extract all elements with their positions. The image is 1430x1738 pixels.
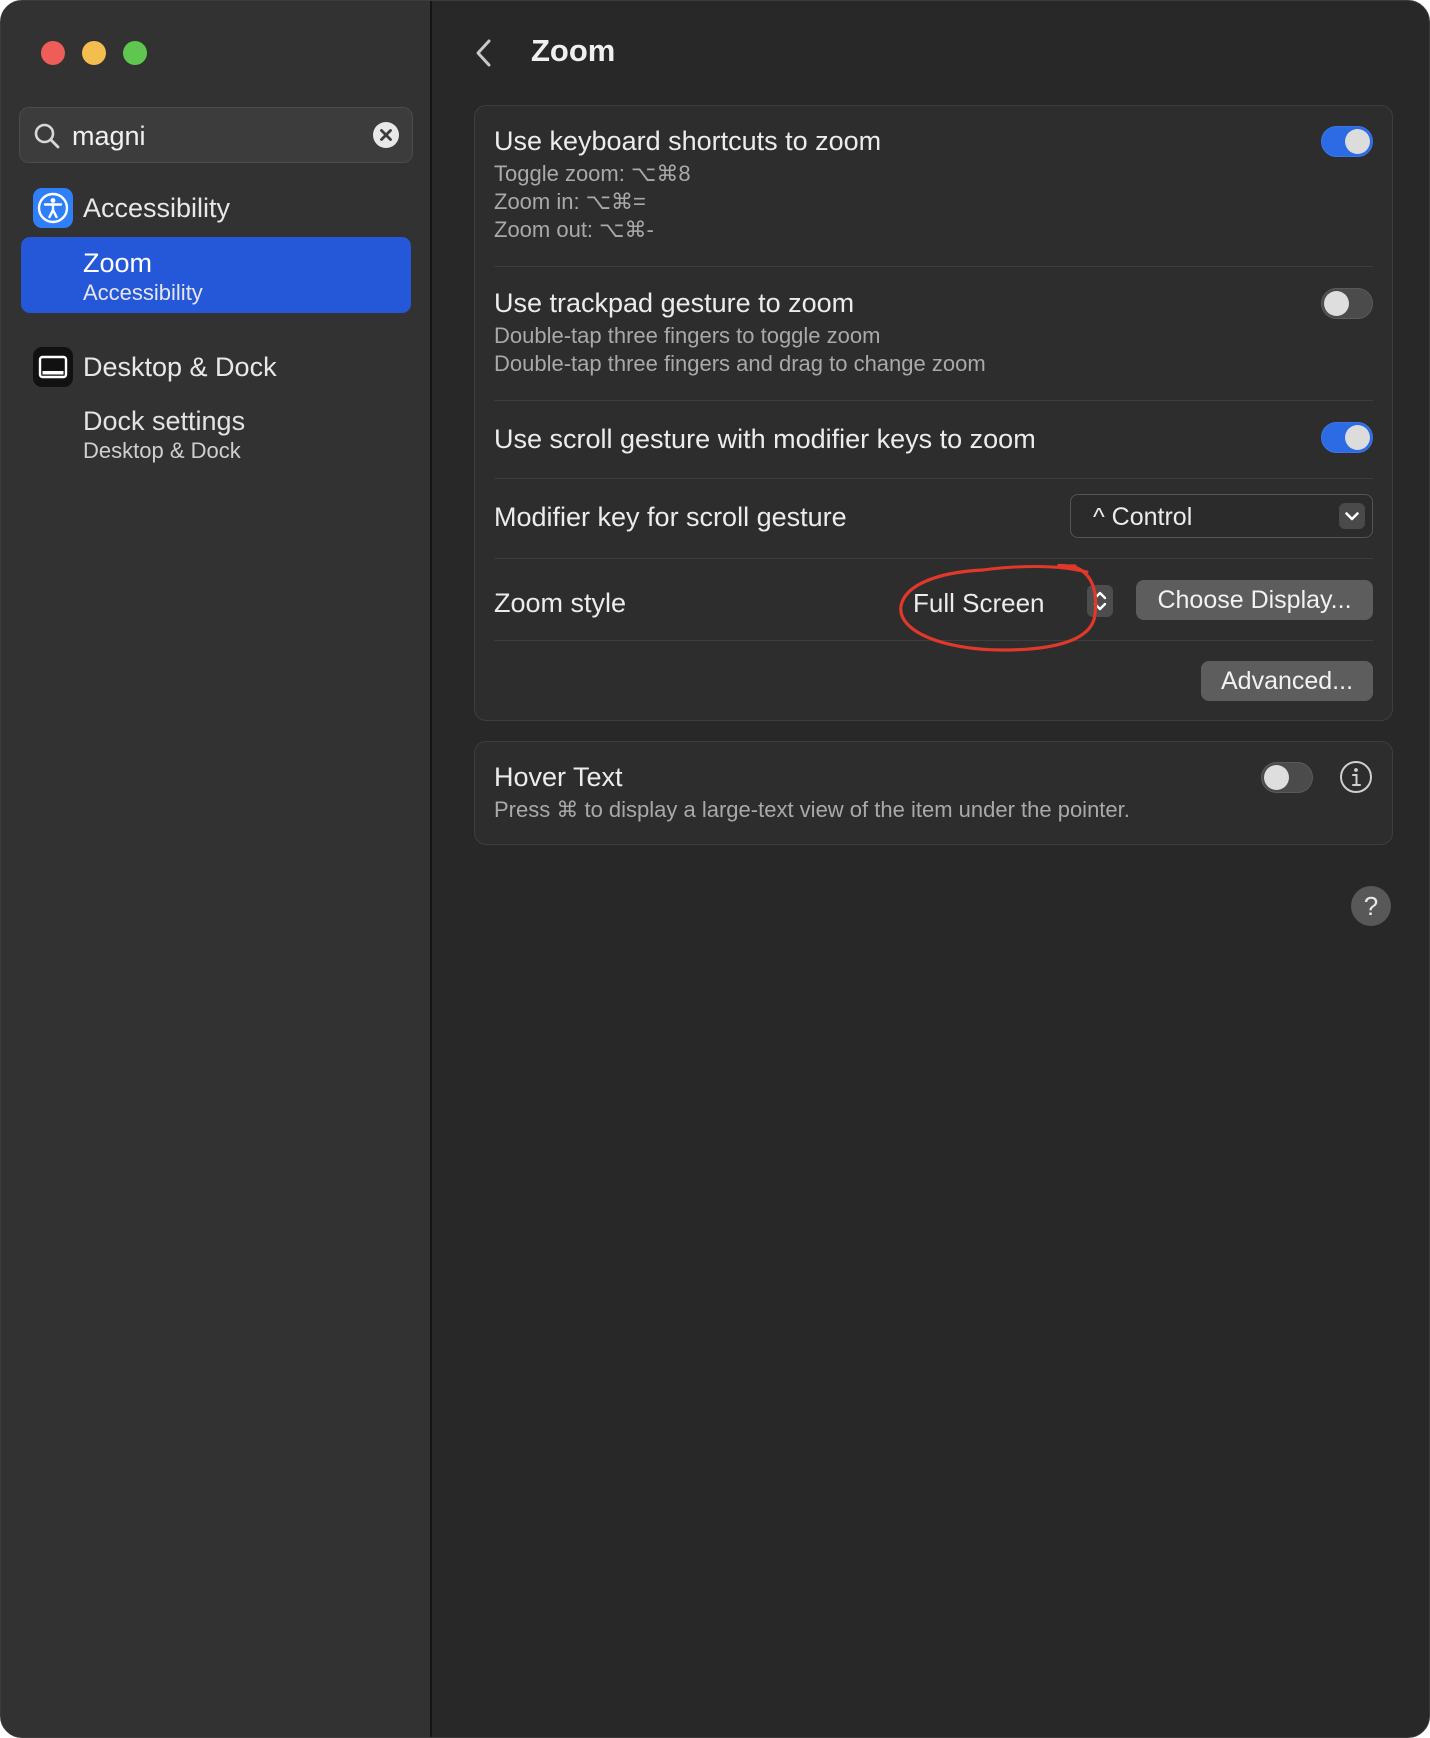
divider: [494, 478, 1373, 479]
divider: [494, 266, 1373, 267]
advanced-button[interactable]: Advanced...: [1201, 661, 1373, 701]
row-title: Modifier key for scroll gesture: [494, 502, 847, 532]
chevron-left-icon[interactable]: [472, 37, 496, 69]
divider: [494, 640, 1373, 641]
trackpad-gesture-toggle[interactable]: [1321, 288, 1373, 319]
settings-window: Accessibility Zoom Accessibility Desktop…: [0, 0, 1430, 1738]
shortcut-zoom-in: Zoom in: ⌥⌘=: [494, 189, 646, 214]
toggle-knob: [1345, 129, 1370, 154]
sidebar-item-subtitle: Accessibility: [83, 280, 203, 305]
sidebar-item-dock-settings[interactable]: Dock settings Desktop & Dock: [21, 395, 411, 471]
sidebar-section-accessibility: Accessibility: [33, 188, 230, 228]
zoom-style-popup-value[interactable]: Full Screen: [913, 588, 1045, 619]
sidebar-section-label: Desktop & Dock: [83, 351, 277, 382]
row-title: Use keyboard shortcuts to zoom: [494, 126, 882, 156]
keyboard-shortcuts-toggle[interactable]: [1321, 126, 1373, 157]
row-title: Zoom style: [494, 588, 627, 618]
hover-text-toggle[interactable]: [1261, 762, 1313, 793]
row-title: Use scroll gesture with modifier keys to…: [494, 424, 1036, 454]
search-input[interactable]: [72, 116, 372, 156]
toggle-knob: [1345, 425, 1370, 450]
modifier-key-value: ^ Control: [1093, 503, 1193, 531]
choose-display-button[interactable]: Choose Display...: [1136, 580, 1373, 620]
trackpad-gesture-row: Use trackpad gesture to zoom Double-tap …: [494, 288, 1373, 388]
desktop-dock-icon: [33, 347, 73, 387]
search-icon: [34, 123, 60, 149]
clear-search-icon[interactable]: [373, 122, 399, 148]
sidebar: Accessibility Zoom Accessibility Desktop…: [1, 1, 432, 1737]
chevron-down-icon: [1339, 503, 1365, 529]
trackpad-hint-drag: Double-tap three fingers and drag to cha…: [494, 351, 986, 376]
hover-text-group: Hover Text Press ⌘ to display a large-te…: [474, 741, 1393, 845]
maximize-window-button[interactable]: [123, 41, 147, 65]
toggle-knob: [1264, 765, 1289, 790]
row-title: Use trackpad gesture to zoom: [494, 288, 855, 318]
page-title: Zoom: [531, 33, 616, 68]
divider: [494, 558, 1373, 559]
search-field[interactable]: [19, 107, 413, 163]
sidebar-item-title: Zoom: [83, 248, 153, 278]
window-controls: [41, 41, 147, 65]
keyboard-shortcuts-row: Use keyboard shortcuts to zoom Toggle zo…: [494, 126, 1373, 256]
shortcut-zoom-out: Zoom out: ⌥⌘-: [494, 217, 654, 242]
trackpad-hint-toggle: Double-tap three fingers to toggle zoom: [494, 323, 881, 348]
sidebar-item-title: Dock settings: [83, 406, 246, 436]
close-window-button[interactable]: [41, 41, 65, 65]
accessibility-icon: [33, 188, 73, 228]
help-button[interactable]: ?: [1351, 886, 1391, 926]
row-subtitle: Press ⌘ to display a large-text view of …: [494, 797, 1130, 822]
sidebar-item-zoom[interactable]: Zoom Accessibility: [21, 237, 411, 313]
sidebar-section-label: Accessibility: [83, 192, 231, 223]
row-title: Hover Text: [494, 762, 623, 792]
sidebar-item-subtitle: Desktop & Dock: [83, 438, 241, 463]
info-icon[interactable]: [1339, 760, 1373, 794]
minimize-window-button[interactable]: [82, 41, 106, 65]
modifier-key-select[interactable]: ^ Control: [1070, 494, 1373, 538]
sidebar-section-desktop-dock: Desktop & Dock: [33, 347, 277, 387]
toggle-knob: [1324, 291, 1349, 316]
shortcut-toggle-zoom: Toggle zoom: ⌥⌘8: [494, 161, 691, 186]
updown-chevron-icon[interactable]: [1087, 585, 1113, 617]
hover-text-row: Hover Text Press ⌘ to display a large-te…: [494, 760, 1373, 832]
scroll-gesture-row: Use scroll gesture with modifier keys to…: [494, 422, 1373, 462]
divider: [494, 400, 1373, 401]
modifier-key-row: Modifier key for scroll gesture ^ Contro…: [494, 494, 1373, 540]
scroll-gesture-toggle[interactable]: [1321, 422, 1373, 453]
zoom-settings-group: Use keyboard shortcuts to zoom Toggle zo…: [474, 105, 1393, 721]
zoom-style-row: Zoom style Full Screen Choose Display...: [494, 576, 1373, 622]
main-pane: Zoom Use keyboard shortcuts to zoom Togg…: [434, 1, 1429, 1737]
